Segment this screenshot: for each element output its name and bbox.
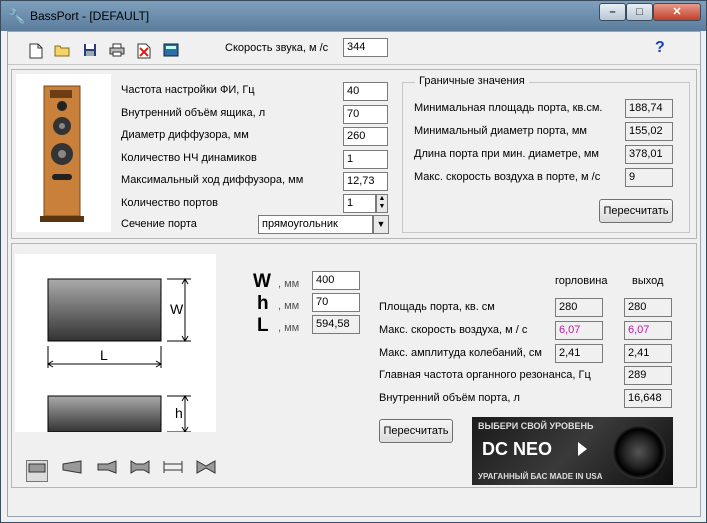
app-wrench-icon: 🔧 — [8, 8, 26, 24]
banner-bottom-text: УРАГАННЫЙ БАС MADE IN USA — [478, 472, 603, 481]
straight-tube-icon[interactable] — [162, 460, 184, 482]
limits-recalc-button[interactable]: Пересчитать — [599, 199, 673, 223]
new-file-icon[interactable] — [28, 43, 44, 59]
port-count-input[interactable]: 1 — [343, 194, 376, 213]
resonance-label: Главная частота органного резонанса, Гц — [379, 369, 591, 381]
height-input[interactable]: 70 — [312, 293, 360, 312]
w-letter: W — [253, 271, 271, 292]
minimize-button[interactable]: – — [599, 3, 626, 21]
amplitude-throat: 2,41 — [555, 344, 603, 363]
diagram-h-label: h — [175, 405, 183, 421]
port-volume-value: 16,648 — [624, 389, 672, 408]
box-volume-input[interactable]: 70 — [343, 105, 388, 124]
title-bar[interactable]: 🔧 BassPort - [DEFAULT] – □ ✕ — [1, 1, 706, 31]
max-excursion-input[interactable]: 12,73 — [343, 172, 388, 191]
port-panel: W L h W , мм 400 h , мм 70 L , мм 594,58… — [11, 243, 697, 488]
subwoofer-image — [612, 425, 666, 479]
length-value: 594,58 — [312, 315, 360, 334]
port-area-exit: 280 — [624, 298, 672, 317]
tuning-frequency-input[interactable]: 40 — [343, 82, 388, 101]
port-count-label: Количество портов — [121, 197, 218, 209]
double-flared-port-icon[interactable] — [129, 460, 151, 482]
help-icon[interactable]: ? — [655, 39, 665, 57]
length-at-min-label: Длина порта при мин. диаметре, мм — [414, 148, 599, 160]
bowtie-port-icon[interactable] — [195, 460, 217, 482]
open-folder-icon[interactable] — [54, 43, 70, 59]
air-speed-exit: 6,07 — [624, 321, 672, 340]
h-letter: h — [257, 293, 269, 314]
amplitude-label: Макс. амплитуда колебаний, см — [379, 347, 542, 359]
diagram-l-label: L — [100, 347, 108, 363]
tapered-port-icon[interactable] — [61, 460, 83, 482]
client-area: Скорость звука, м /с 344 ? Частота настр… — [7, 31, 701, 517]
l-letter: L — [257, 315, 269, 336]
air-speed-throat: 6,07 — [555, 321, 603, 340]
min-area-label: Минимальная площадь порта, кв.см. — [414, 102, 603, 114]
cone-diameter-input[interactable]: 260 — [343, 127, 388, 146]
print-icon[interactable] — [109, 43, 125, 59]
port-diagram: W L h — [15, 254, 216, 433]
width-input[interactable]: 400 — [312, 271, 360, 290]
diagram-w-label: W — [170, 301, 184, 317]
close-button[interactable]: ✕ — [653, 3, 701, 21]
parameters-panel: Частота настройки ФИ, Гц 40 Внутренний о… — [11, 69, 697, 239]
min-diameter-label: Минимальный диаметр порта, мм — [414, 125, 587, 137]
dc-neo-banner[interactable]: ВЫБЕРИ СВОЙ УРОВЕНЬ DC NEO УРАГАННЫЙ БАС… — [472, 417, 673, 485]
rectangle-port-icon[interactable] — [26, 460, 48, 482]
save-icon[interactable] — [82, 43, 98, 59]
limits-group: Граничные значения Минимальная площадь п… — [402, 75, 690, 233]
flared-port-icon[interactable] — [96, 460, 118, 482]
toolbar: Скорость звука, м /с 344 ? — [8, 32, 700, 65]
port-section-select[interactable]: прямоугольник — [258, 215, 373, 234]
exit-column-header: выход — [632, 275, 664, 287]
maximize-button[interactable]: □ — [626, 3, 653, 21]
tuning-frequency-label: Частота настройки ФИ, Гц — [121, 84, 255, 96]
resonance-value: 289 — [624, 366, 672, 385]
port-area-label: Площадь порта, кв. см — [379, 301, 495, 313]
air-speed-label: Макс. скорость воздуха, м / с — [379, 324, 528, 336]
banner-top-text: ВЫБЕРИ СВОЙ УРОВЕНЬ — [478, 421, 594, 431]
max-excursion-label: Максимальный ход диффузора, мм — [121, 174, 304, 186]
delete-icon[interactable] — [136, 43, 152, 59]
app-window: 🔧 BassPort - [DEFAULT] – □ ✕ Скорость зв… — [0, 0, 707, 523]
l-unit: , мм — [278, 322, 300, 334]
sound-speed-label: Скорость звука, м /с — [225, 42, 329, 54]
box-volume-label: Внутренний объём ящика, л — [121, 107, 266, 119]
banner-brand: DC NEO — [482, 439, 553, 459]
calculator-icon[interactable] — [163, 43, 179, 59]
min-diameter-value: 155,02 — [625, 122, 673, 141]
limits-title: Граничные значения — [415, 75, 529, 87]
port-recalc-button[interactable]: Пересчитать — [379, 419, 453, 443]
speaker-image — [16, 74, 111, 232]
w-unit: , мм — [278, 278, 300, 290]
max-air-speed-value: 9 — [625, 168, 673, 187]
length-at-min-value: 378,01 — [625, 145, 673, 164]
chevron-down-icon[interactable]: ▼ — [373, 215, 389, 234]
window-title: BassPort - [DEFAULT] — [30, 9, 150, 23]
h-unit: , мм — [278, 300, 300, 312]
driver-count-input[interactable]: 1 — [343, 150, 388, 169]
port-count-stepper[interactable]: ▲ ▼ — [376, 194, 388, 213]
throat-column-header: горловина — [555, 275, 608, 287]
port-section-label: Сечение порта — [121, 218, 197, 230]
play-arrow-icon — [578, 442, 587, 456]
amplitude-exit: 2,41 — [624, 344, 672, 363]
cone-diameter-label: Диаметр диффузора, мм — [121, 129, 249, 141]
sound-speed-input[interactable]: 344 — [343, 38, 388, 57]
max-air-speed-label: Макс. скорость воздуха в порте, м /с — [414, 171, 601, 183]
port-area-throat: 280 — [555, 298, 603, 317]
min-area-value: 188,74 — [625, 99, 673, 118]
port-volume-label: Внутренний объём порта, л — [379, 392, 520, 404]
driver-count-label: Количество НЧ динамиков — [121, 152, 257, 164]
